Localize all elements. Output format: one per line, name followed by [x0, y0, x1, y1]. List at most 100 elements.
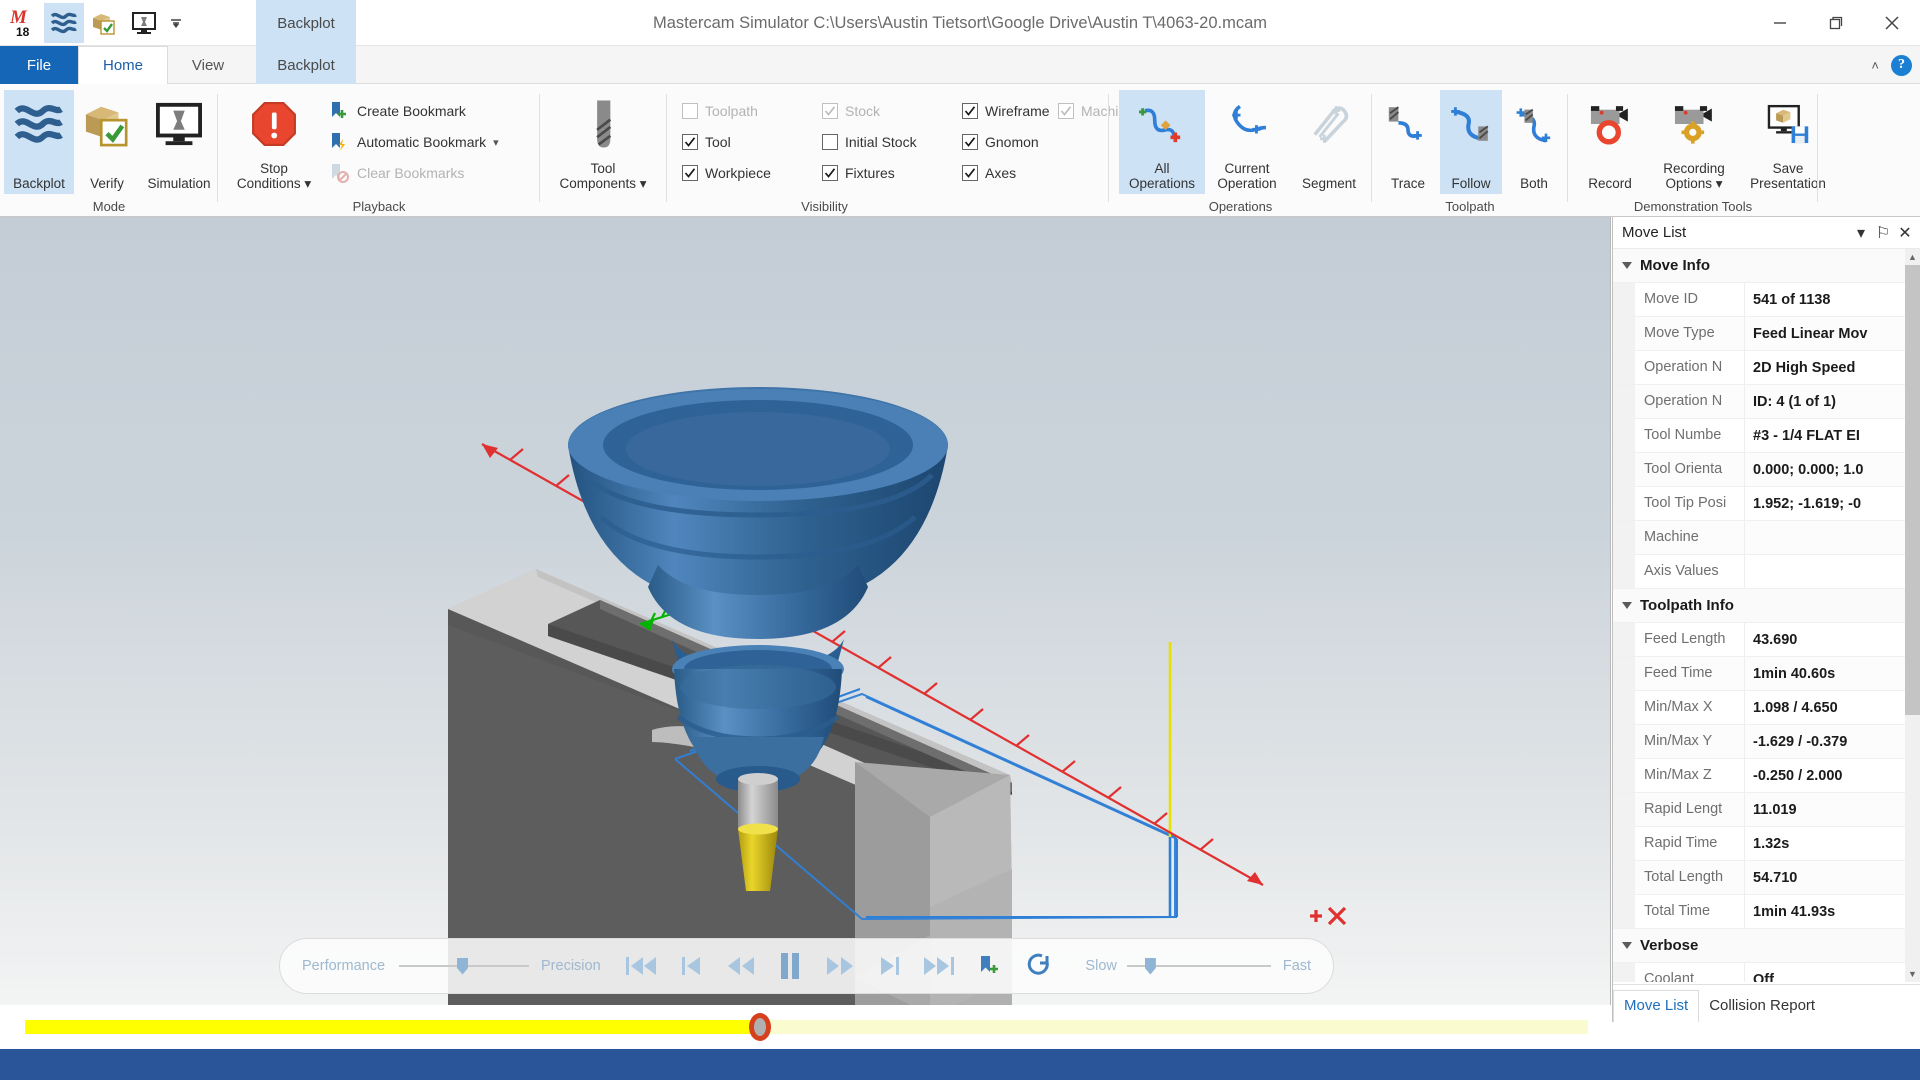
section-move-info[interactable]: Move Info — [1613, 249, 1920, 283]
automatic-bookmark-dropdown-icon[interactable]: ▾ — [493, 136, 499, 149]
current-operation-button[interactable]: Current Operation — [1207, 90, 1287, 194]
quality-slider[interactable] — [399, 954, 530, 978]
tab-file[interactable]: File — [0, 46, 78, 84]
save-presentation-button[interactable]: Save Presentation — [1742, 90, 1834, 194]
table-row[interactable]: Coolant Off — [1613, 963, 1920, 982]
follow-button[interactable]: Follow — [1440, 90, 1502, 194]
table-row[interactable]: Tool Tip Posi 1.952; -1.619; -0 — [1613, 487, 1920, 521]
collapse-triangle-icon[interactable] — [1622, 942, 1632, 949]
backplot-quick-icon[interactable] — [44, 3, 84, 43]
visibility-tool-checkbox[interactable]: Tool — [682, 129, 731, 155]
table-row[interactable]: Min/Max Y -1.629 / -0.379 — [1613, 725, 1920, 759]
table-row[interactable]: Tool Orienta 0.000; 0.000; 1.0 — [1613, 453, 1920, 487]
simulation-viewport[interactable]: Z Y X Performance Precision — [0, 217, 1611, 1005]
progress-track[interactable] — [25, 1020, 1588, 1034]
fast-forward-button[interactable] — [815, 944, 865, 988]
automatic-bookmark-item[interactable]: Automatic Bookmark ▾ — [328, 129, 499, 155]
panel-scrollbar[interactable]: ▲ ▼ — [1905, 249, 1920, 982]
skip-to-start-button[interactable] — [617, 944, 667, 988]
visibility-axes-checkbox[interactable]: Axes — [962, 160, 1016, 186]
stop-conditions-button[interactable]: Stop Conditions ▾ — [232, 90, 316, 194]
scrollbar-thumb[interactable] — [1905, 265, 1920, 715]
tab-view[interactable]: View — [168, 46, 248, 84]
bookmark-plus-icon — [980, 956, 998, 973]
pause-button[interactable] — [766, 944, 816, 988]
panel-menu-icon[interactable]: ▾ — [1850, 220, 1872, 246]
ribbon-group-visibility: Tool Components ▾ Toolpath Tool Workpiec… — [540, 84, 1134, 217]
timeline-progress-bar[interactable] — [0, 1005, 1611, 1049]
step-forward-button[interactable] — [865, 944, 915, 988]
simulation-quick-icon[interactable] — [124, 3, 164, 43]
qat-overflow-icon[interactable] — [164, 3, 188, 43]
tool-components-dropdown-icon[interactable]: ▾ — [640, 176, 647, 191]
visibility-workpiece-checkbox[interactable]: Workpiece — [682, 160, 771, 186]
recording-options-button[interactable]: Recording Options ▾ — [1648, 90, 1740, 194]
speed-slider-thumb[interactable] — [1144, 957, 1156, 975]
both-button[interactable]: Both — [1504, 90, 1564, 194]
mode-verify-button[interactable]: Verify — [76, 90, 138, 194]
table-row[interactable]: Total Length 54.710 — [1613, 861, 1920, 895]
quality-slider-thumb[interactable] — [457, 957, 469, 975]
help-icon[interactable]: ? — [1891, 54, 1912, 76]
checkbox-box — [1058, 103, 1074, 119]
title-bar: M 18 Backplot Mastercam Simulator C:\Use… — [0, 0, 1920, 46]
tab-move-list[interactable]: Move List — [1613, 990, 1700, 1022]
tool-components-label-2: Components — [559, 176, 636, 191]
table-row[interactable]: Axis Values — [1613, 555, 1920, 589]
trace-label: Trace — [1390, 176, 1425, 191]
recording-options-dropdown-icon[interactable]: ▾ — [1716, 176, 1723, 191]
visibility-initial-stock-checkbox[interactable]: Initial Stock — [822, 129, 917, 155]
segment-path-icon — [1303, 96, 1355, 152]
visibility-fixtures-checkbox[interactable]: Fixtures — [822, 160, 895, 186]
panel-close-icon[interactable]: ✕ — [1894, 220, 1916, 246]
visibility-gnomon-checkbox[interactable]: Gnomon — [962, 129, 1039, 155]
table-row[interactable]: Min/Max X 1.098 / 4.650 — [1613, 691, 1920, 725]
table-row[interactable]: Operation N 2D High Speed — [1613, 351, 1920, 385]
tab-collision-report[interactable]: Collision Report — [1699, 991, 1825, 1022]
table-row[interactable]: Machine — [1613, 521, 1920, 555]
close-button[interactable] — [1864, 0, 1920, 46]
progress-handle[interactable] — [748, 1013, 771, 1041]
mode-simulation-button[interactable]: Simulation — [140, 90, 218, 194]
table-row[interactable]: Move Type Feed Linear Mov — [1613, 317, 1920, 351]
skip-to-end-button[interactable] — [915, 944, 965, 988]
add-bookmark-button[interactable] — [964, 944, 1014, 988]
rewind-button[interactable] — [716, 944, 766, 988]
section-toolpath-info[interactable]: Toolpath Info — [1613, 589, 1920, 623]
table-row[interactable]: Operation N ID: 4 (1 of 1) — [1613, 385, 1920, 419]
table-row[interactable]: Move ID 541 of 1138 — [1613, 283, 1920, 317]
verify-quick-icon[interactable] — [84, 3, 124, 43]
tool-components-button[interactable]: Tool Components ▾ — [558, 90, 648, 194]
panel-pin-icon[interactable]: ⚐ — [1872, 220, 1894, 246]
stop-conditions-dropdown-icon[interactable]: ▾ — [304, 176, 311, 191]
mastercam-logo-icon[interactable]: M 18 — [4, 3, 44, 43]
collapse-triangle-icon[interactable] — [1622, 602, 1632, 609]
trace-button[interactable]: Trace — [1378, 90, 1438, 194]
table-row[interactable]: Rapid Time 1.32s — [1613, 827, 1920, 861]
section-verbose[interactable]: Verbose — [1613, 929, 1920, 963]
segment-button[interactable]: Segment — [1289, 90, 1369, 194]
step-backward-button[interactable] — [666, 944, 716, 988]
speed-slider[interactable] — [1126, 954, 1271, 978]
create-bookmark-item[interactable]: Create Bookmark — [328, 98, 466, 124]
minimize-button[interactable] — [1752, 0, 1808, 46]
tab-backplot[interactable]: Backplot — [256, 46, 356, 84]
record-button[interactable]: Record — [1574, 90, 1646, 194]
table-row[interactable]: Min/Max Z -0.250 / 2.000 — [1613, 759, 1920, 793]
collapse-triangle-icon[interactable] — [1622, 262, 1632, 269]
visibility-wireframe-checkbox[interactable]: Wireframe — [962, 98, 1050, 124]
all-operations-button[interactable]: All Operations — [1119, 90, 1205, 194]
scroll-up-icon[interactable]: ▲ — [1905, 249, 1920, 265]
table-row[interactable]: Feed Time 1min 40.60s — [1613, 657, 1920, 691]
scroll-down-icon[interactable]: ▼ — [1905, 966, 1920, 982]
tab-home[interactable]: Home — [78, 46, 168, 85]
table-row[interactable]: Feed Length 43.690 — [1613, 623, 1920, 657]
move-list-grid[interactable]: Move Info Move ID 541 of 1138 Move Type … — [1613, 249, 1920, 982]
table-row[interactable]: Tool Numbe #3 - 1/4 FLAT EI — [1613, 419, 1920, 453]
loop-button[interactable] — [1014, 944, 1064, 988]
table-row[interactable]: Rapid Lengt 11.019 — [1613, 793, 1920, 827]
maximize-restore-button[interactable] — [1808, 0, 1864, 46]
table-row[interactable]: Total Time 1min 41.93s — [1613, 895, 1920, 929]
mode-backplot-button[interactable]: Backplot — [4, 90, 74, 194]
collapse-ribbon-icon[interactable]: ˄ — [1871, 58, 1879, 73]
